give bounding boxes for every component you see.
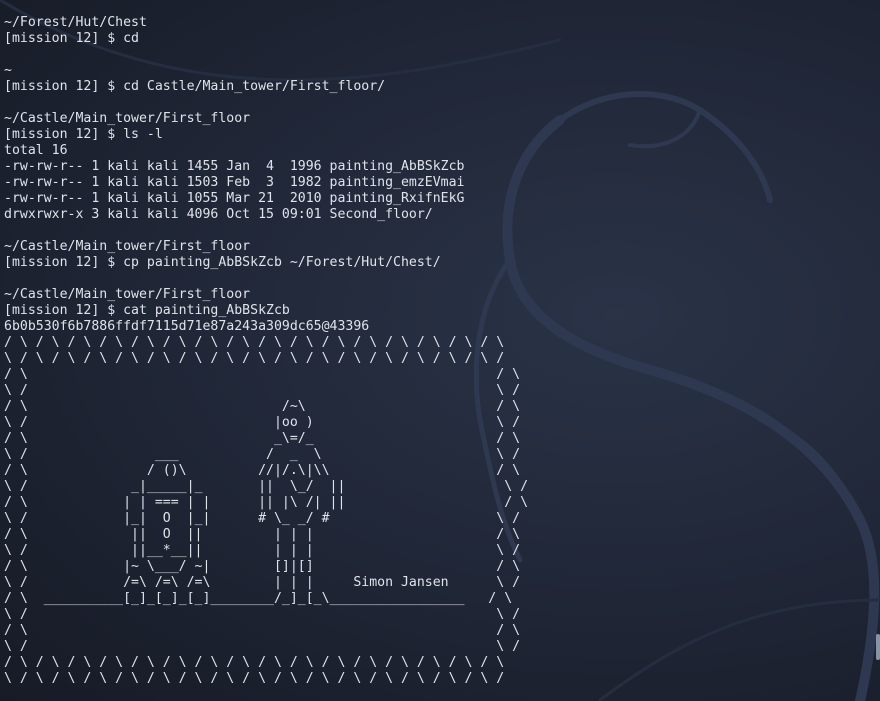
terminal-line: / \ /~\ / \ (4, 399, 521, 414)
terminal-line: total 16 (4, 143, 68, 158)
terminal-line: / \ __________[_]_[_]_[_]________/_]_[_\… (4, 591, 513, 606)
terminal-line: ~/Forest/Hut/Chest (4, 15, 147, 30)
terminal-line: \ / \ / (4, 383, 521, 398)
terminal-line: \ / \ / (4, 607, 521, 622)
terminal-line: / \ | | === | | || |\ /| || / \ (4, 495, 529, 510)
terminal-line: -rw-rw-r-- 1 kali kali 1055 Mar 21 2010 … (4, 191, 465, 206)
terminal-line: [mission 12] $ cd Castle/Main_tower/Firs… (4, 79, 386, 94)
terminal-line: -rw-rw-r-- 1 kali kali 1503 Feb 3 1982 p… (4, 175, 465, 190)
terminal-line: ~ (4, 63, 12, 78)
terminal-line: drwxrwxr-x 3 kali kali 4096 Oct 15 09:01… (4, 207, 433, 222)
terminal-line: -rw-rw-r-- 1 kali kali 1455 Jan 4 1996 p… (4, 159, 465, 174)
terminal-line: / \ / \ (4, 623, 521, 638)
terminal-line: / \ / \ / \ / \ / \ / \ / \ / \ / \ / \ … (4, 335, 505, 350)
terminal-line: ~/Castle/Main_tower/First_floor (4, 111, 251, 126)
scrollbar-thumb[interactable] (876, 634, 880, 660)
terminal-line: \ / |_| O |_| # \_ _/ # \ / (4, 511, 521, 526)
terminal-line: 6b0b530f6b7886ffdf7115d71e87a243a309dc65… (4, 319, 370, 334)
terminal-line: \ / \ / \ / \ / \ / \ / \ / \ / \ / \ / … (4, 671, 505, 686)
terminal-line: ~/Castle/Main_tower/First_floor (4, 239, 251, 254)
terminal-line: \ / \ / (4, 639, 521, 654)
terminal-line: [mission 12] $ cd (4, 31, 139, 46)
terminal-line: / \ |~ \___/ ~| []|[] / \ (4, 559, 521, 574)
terminal-line: \ / _|_____|_ || \_/ || \ / (4, 479, 529, 494)
terminal-line: / \ _\=/_ / \ (4, 431, 521, 446)
terminal-line: ~/Castle/Main_tower/First_floor (4, 287, 251, 302)
terminal-line: \ / ___ / _ \ \ / (4, 447, 521, 462)
terminal-line: \ / /=\ /=\ /=\ | | | Simon Jansen \ / (4, 575, 521, 590)
terminal-line: [mission 12] $ ls -l (4, 127, 163, 142)
terminal-output[interactable]: ~/Forest/Hut/Chest [mission 12] $ cd ~ [mis… (4, 15, 528, 687)
terminal-line: [mission 12] $ cp painting_AbBSkZcb ~/Fo… (4, 255, 441, 270)
terminal-line: \ / |oo ) \ / (4, 415, 521, 430)
terminal-line: [mission 12] $ cat painting_AbBSkZcb (4, 303, 290, 318)
terminal-line: / \ || O || | | | / \ (4, 527, 521, 542)
terminal-line: / \ / \ / \ / \ / \ / \ / \ / \ / \ / \ … (4, 655, 505, 670)
terminal-line: \ / \ / \ / \ / \ / \ / \ / \ / \ / \ / … (4, 351, 505, 366)
terminal-line: / \ / \ (4, 367, 521, 382)
terminal-line: / \ / ()\ //|/.\|\\ / \ (4, 463, 521, 478)
terminal-line: \ / ||__*__|| | | | \ / (4, 543, 521, 558)
terminal-window[interactable]: ~/Forest/Hut/Chest [mission 12] $ cd ~ [mis… (0, 0, 880, 701)
